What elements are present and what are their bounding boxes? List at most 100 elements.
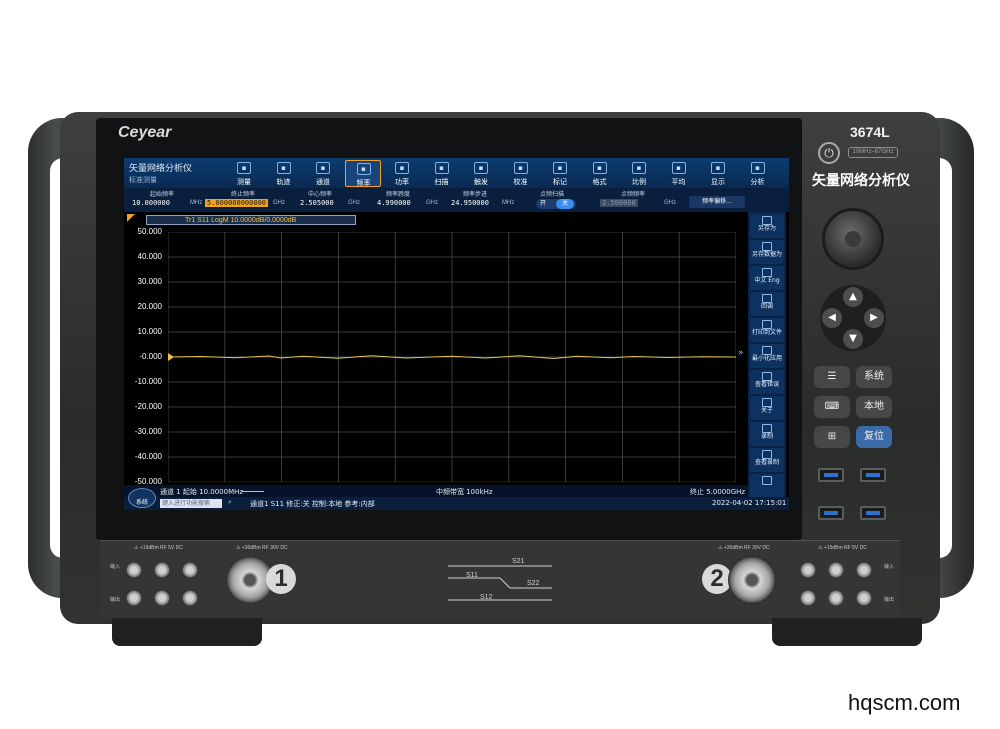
sidebar-button[interactable]: 回调 xyxy=(750,292,784,316)
menu-button[interactable]: ▪ 比例 xyxy=(621,160,657,187)
sidebar-button[interactable]: 关于 xyxy=(750,396,784,420)
menu-button[interactable]: ▪ 格式 xyxy=(582,160,618,187)
y-tick-label: -0.000 xyxy=(139,352,162,361)
center-freq-value[interactable]: 2.505000 xyxy=(300,199,334,207)
jumper-connector[interactable] xyxy=(154,590,170,606)
menu-button[interactable]: ▪ 频率 xyxy=(344,160,381,187)
sidebar-button[interactable]: 查看错误 xyxy=(750,370,784,394)
datetime-text: 2022-04-02 17:15:01 xyxy=(712,499,787,507)
search-icon[interactable]: ⌕ xyxy=(228,498,232,507)
menu-button[interactable]: ▪ 测量 xyxy=(226,160,262,187)
input-label: 输入 xyxy=(110,564,121,570)
y-tick-label: -30.000 xyxy=(134,427,162,436)
menu-button[interactable]: ▪ 校准 xyxy=(503,160,539,187)
port2-connector[interactable] xyxy=(728,556,776,604)
sidebar-button-label: 关于 xyxy=(760,407,773,414)
sidebar-button[interactable]: 另存为 xyxy=(750,214,784,238)
stop-freq-input[interactable]: 5.000000000000 xyxy=(205,199,269,207)
reference-marker-icon[interactable] xyxy=(168,353,174,361)
rotary-knob[interactable] xyxy=(822,208,884,270)
jumper-connector[interactable] xyxy=(126,562,142,578)
s21-label: S21 xyxy=(512,558,525,565)
menu-button-label: 标记 xyxy=(553,178,567,186)
jumper-connector[interactable] xyxy=(182,590,198,606)
right-foot xyxy=(772,618,922,646)
error-log-icon xyxy=(762,372,772,381)
system-key[interactable]: 系统 xyxy=(856,366,892,388)
menu-button[interactable]: ▪ 平均 xyxy=(661,160,697,187)
about-icon xyxy=(762,398,772,407)
sidebar-button-label: 查看录制 xyxy=(754,459,779,466)
span-value[interactable]: 4.990000 xyxy=(377,199,411,207)
menu-button[interactable]: ▪ 触发 xyxy=(463,160,499,187)
jumper-connector[interactable] xyxy=(182,562,198,578)
menu-button[interactable]: ▪ 分析 xyxy=(740,160,776,187)
y-tick-label: -10.000 xyxy=(134,377,162,386)
menu-button[interactable]: ▪ 扫描 xyxy=(424,160,460,187)
menu-button-label: 分析 xyxy=(750,178,765,186)
local-key[interactable]: 本地 xyxy=(856,396,892,418)
if-bandwidth-text: 中频带宽 100kHz xyxy=(436,488,493,496)
arrow-right-icon[interactable]: ▶ xyxy=(864,308,884,328)
windows-key[interactable]: ⊞ xyxy=(814,426,850,448)
menu-button[interactable]: ▪ 通道 xyxy=(305,160,341,187)
cw-freq-unit: GHz xyxy=(664,200,676,206)
menu-key[interactable]: ☰ xyxy=(814,366,850,388)
jumper-connector[interactable] xyxy=(154,562,170,578)
jumper-connector[interactable] xyxy=(800,562,816,578)
sidebar-button[interactable]: 最小化应用 xyxy=(750,344,784,368)
jumper-connector[interactable] xyxy=(828,562,844,578)
trigger-icon: ▪ xyxy=(474,162,488,174)
jumper-connector[interactable] xyxy=(828,590,844,606)
s11-label: S11 xyxy=(466,572,478,579)
cw-sweep-toggle[interactable]: 开 关 xyxy=(536,199,576,209)
save-as-icon xyxy=(762,216,772,225)
sidebar-button[interactable] xyxy=(750,474,784,498)
sidebar-button[interactable]: 打印到文件 xyxy=(750,318,784,342)
preset-key[interactable]: 复位 xyxy=(856,426,892,448)
menu-button-label: 格式 xyxy=(592,178,607,186)
y-tick-label: 40.000 xyxy=(137,252,162,261)
freq-offset-button[interactable]: 频率偏移... xyxy=(689,196,745,208)
menu-button[interactable]: ▪ 轨迹 xyxy=(266,160,302,187)
app-subtitle: 标准测量 xyxy=(129,176,157,184)
marker-icon: ▪ xyxy=(553,162,567,174)
trace-plot[interactable] xyxy=(168,232,736,482)
sidebar-button[interactable]: 中文 Eng xyxy=(750,266,784,290)
step-value[interactable]: 24.950000 xyxy=(451,199,489,207)
jumper-connector[interactable] xyxy=(126,590,142,606)
sidebar-button[interactable]: 查看录制 xyxy=(750,448,784,472)
channel-start-text: 通道 1 起始 10.0000MHz xyxy=(160,488,244,496)
span-unit: GHz xyxy=(426,200,438,206)
menu-button[interactable]: ▪ 标记 xyxy=(542,160,578,187)
format-icon: ▪ xyxy=(592,162,607,174)
jumper-connector[interactable] xyxy=(800,590,816,606)
menu-button[interactable]: ▪ 显示 xyxy=(700,160,736,187)
keyboard-key[interactable]: ⌨ xyxy=(814,396,850,418)
sidebar-button-label: 另存为 xyxy=(757,225,776,232)
s22-label: S22 xyxy=(527,580,540,587)
power-icon[interactable]: ⏻ xyxy=(818,142,840,164)
menu-button[interactable]: ▪ 功率 xyxy=(384,160,420,187)
analysis-icon: ▪ xyxy=(750,162,765,174)
arrow-down-icon[interactable]: ▼ xyxy=(843,329,863,349)
center-freq-label: 中心频率 xyxy=(308,191,333,198)
cw-freq-value: 2.500000 xyxy=(600,199,638,207)
menu-button-label: 比例 xyxy=(632,178,646,186)
softkey-sidebar: 另存为另存数据为 中文 Eng 回调 打印到文件 最小化应用 查看错误关于录制查看录制 xyxy=(748,212,786,498)
arrow-up-icon[interactable]: ▲ xyxy=(843,287,863,307)
system-button[interactable]: 系统 xyxy=(128,488,156,508)
arrow-left-icon[interactable]: ◀ xyxy=(822,308,842,328)
jumper-connector[interactable] xyxy=(856,590,872,606)
trace-tag[interactable]: Tr1 S11 LogM 10.0000dB/0.0000dB xyxy=(146,215,356,225)
save-data-icon xyxy=(762,242,772,251)
expand-panel-icon[interactable]: » xyxy=(738,348,744,358)
s12-label: S12 xyxy=(480,594,493,601)
sidebar-button[interactable]: 另存数据为 xyxy=(750,240,784,264)
sidebar-button[interactable]: 录制 xyxy=(750,422,784,446)
function-search-input[interactable]: 键入进行功能搜索 xyxy=(160,499,222,508)
start-freq-value[interactable]: 10.000000 xyxy=(132,199,170,207)
center-freq-unit: GHz xyxy=(348,200,360,206)
jumper-connector[interactable] xyxy=(856,562,872,578)
menu-button-label: 轨迹 xyxy=(276,178,291,186)
